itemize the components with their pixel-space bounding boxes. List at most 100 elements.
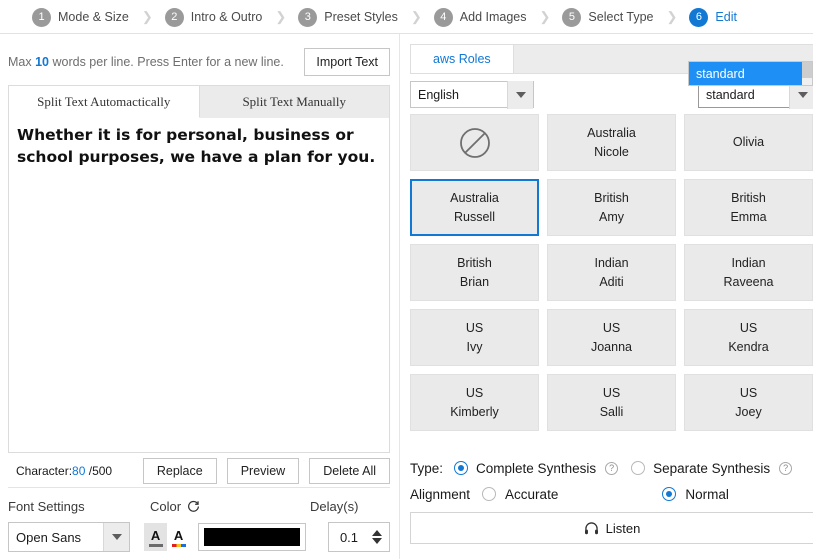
- voice-name: Kendra: [728, 338, 768, 356]
- step-label-5: Select Type: [588, 10, 653, 24]
- voice-panel: aws Roles English standard standard: [399, 34, 813, 559]
- label-separate-synthesis: Separate Synthesis: [653, 461, 770, 476]
- voice-region: US: [466, 384, 483, 402]
- delay-stepper[interactable]: 0.1: [328, 522, 390, 552]
- listen-button[interactable]: Listen: [410, 512, 813, 544]
- voice-card-nicole[interactable]: Australia Nicole: [547, 114, 676, 171]
- color-swatch-button[interactable]: [198, 523, 306, 551]
- engine-option-standard[interactable]: standard: [689, 62, 812, 85]
- voice-region: US: [740, 384, 757, 402]
- hint-number: 10: [35, 55, 49, 69]
- import-text-button[interactable]: Import Text: [304, 48, 390, 76]
- voice-name: Emma: [730, 208, 766, 226]
- listen-label: Listen: [606, 521, 641, 536]
- step-item-5[interactable]: 5 Select Type: [562, 8, 653, 27]
- step-number-4: 4: [434, 8, 453, 27]
- text-input-area[interactable]: Whether it is for personal, business or …: [9, 118, 389, 452]
- tab-split-manually[interactable]: Split Text Manually: [200, 86, 390, 118]
- font-family-select[interactable]: Open Sans: [8, 522, 130, 552]
- voice-name: Raveena: [723, 273, 773, 291]
- voice-name: Aditi: [599, 273, 623, 291]
- voice-card-joanna[interactable]: US Joanna: [547, 309, 676, 366]
- voice-card-raveena[interactable]: Indian Raveena: [684, 244, 813, 301]
- voice-card-joey[interactable]: US Joey: [684, 374, 813, 431]
- voice-card-brian[interactable]: British Brian: [410, 244, 539, 301]
- voice-card-russell[interactable]: Australia Russell: [410, 179, 539, 236]
- max-words-hint-row: Max 10 words per line. Press Enter for a…: [8, 46, 390, 78]
- voice-region: Indian: [731, 254, 765, 272]
- dropdown-scrollbar-thumb[interactable]: [802, 62, 812, 78]
- voice-card-kendra[interactable]: US Kendra: [684, 309, 813, 366]
- step-item-6[interactable]: 6 Edit: [689, 8, 737, 27]
- character-count: 80: [72, 464, 85, 478]
- radio-separate-synthesis[interactable]: [631, 461, 645, 475]
- step-label-1: Mode & Size: [58, 10, 129, 24]
- voice-card-olivia[interactable]: Olivia: [684, 114, 813, 171]
- step-label-2: Intro & Outro: [191, 10, 263, 24]
- step-chevron-icon: ❯: [540, 9, 551, 25]
- character-max: /500: [89, 464, 112, 478]
- voice-region: Australia: [587, 124, 636, 142]
- step-number-6: 6: [689, 8, 708, 27]
- help-icon-separate-synthesis[interactable]: ?: [779, 462, 792, 475]
- color-label: Color: [150, 499, 181, 514]
- type-label: Type:: [410, 461, 443, 476]
- step-label-6: Edit: [715, 10, 737, 24]
- tab-split-automatically[interactable]: Split Text Automactically: [9, 86, 200, 118]
- font-color-solid-button[interactable]: A: [144, 523, 167, 551]
- radio-complete-synthesis[interactable]: [454, 461, 468, 475]
- voice-card-amy[interactable]: British Amy: [547, 179, 676, 236]
- voice-region: US: [466, 319, 483, 337]
- split-text-tabstrip: Split Text Automactically Split Text Man…: [9, 86, 389, 118]
- step-label-4: Add Images: [460, 10, 527, 24]
- headphone-icon: [584, 522, 599, 535]
- step-chevron-icon: ❯: [142, 9, 153, 25]
- hint-prefix: Max: [8, 55, 35, 69]
- step-item-4[interactable]: 4 Add Images: [434, 8, 527, 27]
- voice-card-salli[interactable]: US Salli: [547, 374, 676, 431]
- engine-value: standard: [699, 88, 789, 102]
- step-item-1[interactable]: 1 Mode & Size: [32, 8, 129, 27]
- voice-name: Olivia: [733, 133, 764, 151]
- text-action-buttons: Replace Preview Delete All: [143, 458, 390, 484]
- font-settings-label: Font Settings: [8, 499, 150, 514]
- radio-alignment-accurate[interactable]: [482, 487, 496, 501]
- split-text-tabbox: Split Text Automactically Split Text Man…: [8, 85, 390, 453]
- refresh-color-icon[interactable]: [187, 500, 200, 513]
- voice-card-ivy[interactable]: US Ivy: [410, 309, 539, 366]
- voice-name: Russell: [454, 208, 495, 226]
- font-family-value: Open Sans: [9, 530, 103, 545]
- help-icon-complete-synthesis[interactable]: ?: [605, 462, 618, 475]
- font-color-gradient-button[interactable]: A: [167, 523, 190, 551]
- alignment-row: Alignment Accurate Normal: [410, 482, 813, 506]
- step-number-5: 5: [562, 8, 581, 27]
- preview-button[interactable]: Preview: [227, 458, 299, 484]
- dropdown-scrollbar[interactable]: [802, 62, 812, 85]
- character-toolbar: Character:80 /500 Replace Preview Delete…: [8, 454, 390, 488]
- delete-all-button[interactable]: Delete All: [309, 458, 390, 484]
- step-item-2[interactable]: 2 Intro & Outro: [165, 8, 263, 27]
- voice-region: British: [457, 254, 492, 272]
- hint-suffix: words per line. Press Enter for a new li…: [49, 55, 284, 69]
- voice-card-emma[interactable]: British Emma: [684, 179, 813, 236]
- voice-name: Amy: [599, 208, 624, 226]
- language-select[interactable]: English: [410, 81, 534, 108]
- engine-dropdown-menu[interactable]: standard: [688, 61, 813, 86]
- font-settings-section: Font Settings Color Delay(s) Open Sans A…: [8, 494, 390, 552]
- voice-card-kimberly[interactable]: US Kimberly: [410, 374, 539, 431]
- tab-aws-roles[interactable]: aws Roles: [411, 45, 514, 73]
- delay-spinner-icon[interactable]: [369, 530, 389, 544]
- voice-name: Joanna: [591, 338, 632, 356]
- replace-button[interactable]: Replace: [143, 458, 217, 484]
- delay-label: Delay(s): [310, 499, 390, 514]
- voice-card-none[interactable]: [410, 114, 539, 171]
- character-label: Character:: [16, 464, 72, 478]
- voice-card-aditi[interactable]: Indian Aditi: [547, 244, 676, 301]
- voice-region: US: [740, 319, 757, 337]
- step-number-3: 3: [298, 8, 317, 27]
- settings-labels-row: Font Settings Color Delay(s): [8, 494, 390, 518]
- radio-alignment-normal[interactable]: [662, 487, 676, 501]
- step-item-3[interactable]: 3 Preset Styles: [298, 8, 398, 27]
- step-wizard-bar: 1 Mode & Size ❯ 2 Intro & Outro ❯ 3 Pres…: [0, 0, 813, 34]
- app-root: 1 Mode & Size ❯ 2 Intro & Outro ❯ 3 Pres…: [0, 0, 813, 559]
